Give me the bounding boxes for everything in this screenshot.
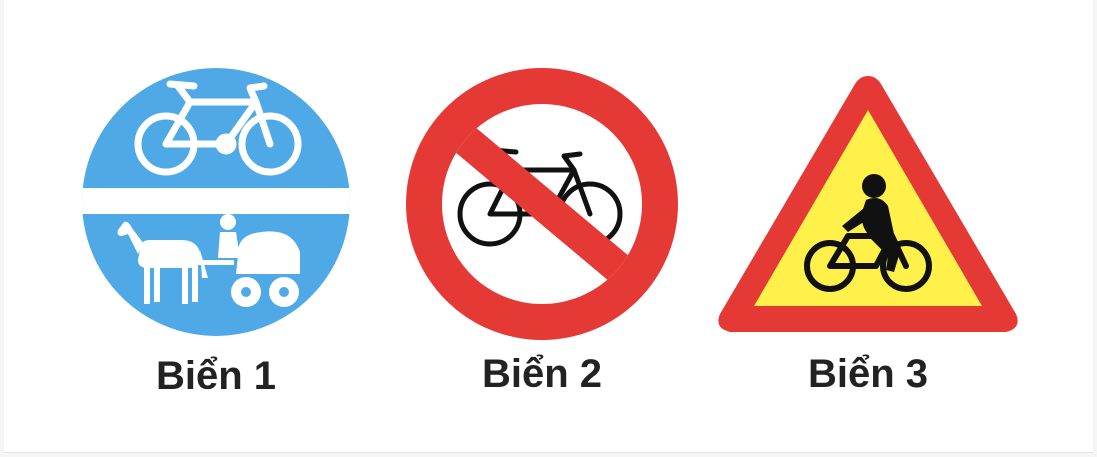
signs-panel: Biển 1 Biển 2 Biển 3 <box>4 0 1093 453</box>
bicycle-and-horse-cart-icon <box>82 68 350 336</box>
sign-2-caption: Biển 2 <box>481 352 603 396</box>
cyclist-warning-icon <box>718 76 1018 332</box>
no-bicycle-icon <box>406 68 678 340</box>
sign-3-caption: Biển 3 <box>807 352 929 396</box>
sign-1-caption: Biển 1 <box>155 354 277 398</box>
